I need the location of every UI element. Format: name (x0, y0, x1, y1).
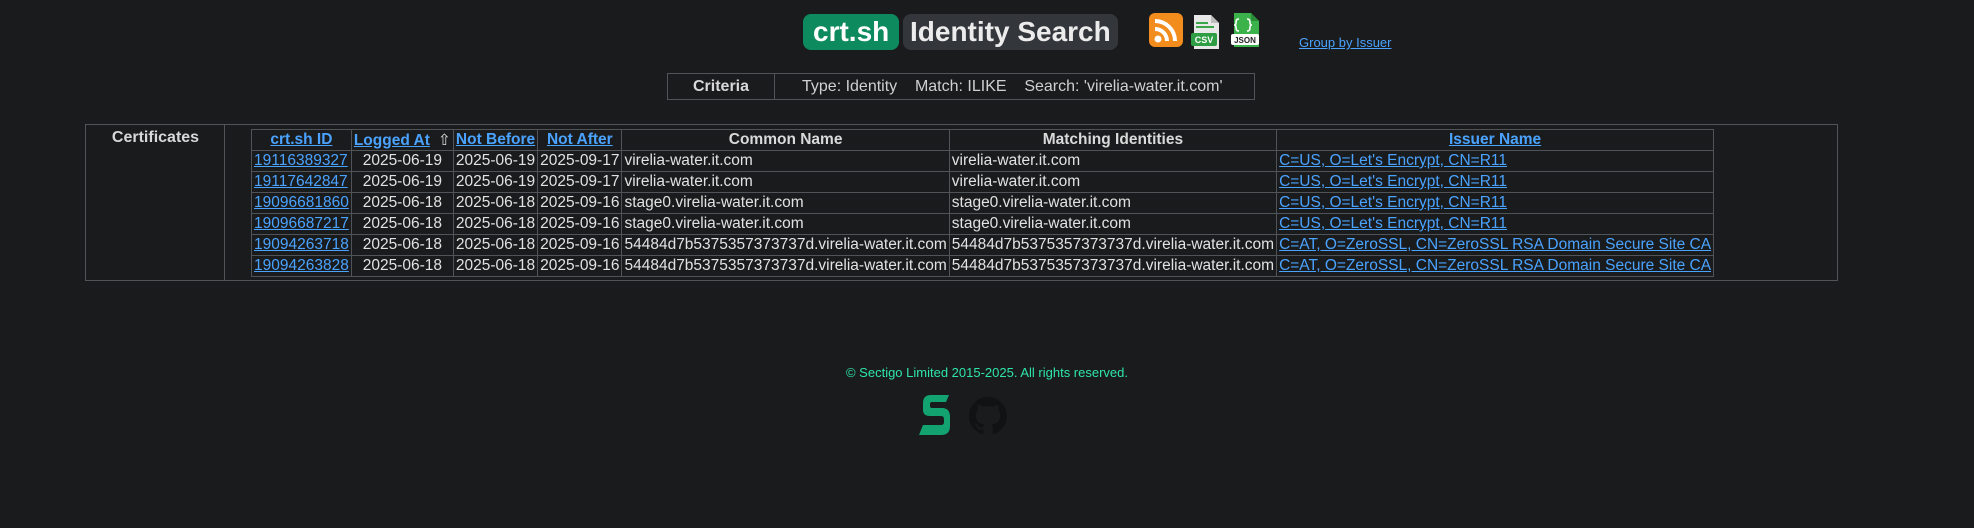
cell-not-before: 2025-06-18 (452, 255, 539, 277)
cell-not-after: 2025-09-16 (537, 213, 623, 235)
cell-logged-at: 2025-06-18 (350, 192, 454, 214)
criteria-label: Criteria (668, 74, 775, 99)
cell-not-before: 2025-06-18 (452, 234, 539, 256)
cell-issuer[interactable]: C=US, O=Let's Encrypt, CN=R11 (1276, 150, 1715, 172)
json-download-icon[interactable]: JSON (1229, 12, 1263, 48)
cell-matching-identities: virelia-water.it.com (948, 171, 1278, 193)
cell-id[interactable]: 19096681860 (251, 192, 352, 214)
sort-by-not-before-link[interactable]: Not Before (456, 131, 535, 148)
column-header-not-after[interactable]: Not After (537, 129, 623, 151)
svg-text:JSON: JSON (1234, 36, 1256, 45)
cell-logged-at: 2025-06-19 (350, 150, 454, 172)
cell-issuer[interactable]: C=US, O=Let's Encrypt, CN=R11 (1276, 192, 1715, 214)
table-row: 19094263828 2025-06-18 2025-06-18 2025-0… (251, 255, 1715, 277)
column-header-logged-at[interactable]: Logged At ⇧ (350, 129, 454, 151)
table-row: 19096681860 2025-06-18 2025-06-18 2025-0… (251, 192, 1715, 214)
cell-logged-at: 2025-06-18 (350, 255, 454, 277)
sort-by-not-after-link[interactable]: Not After (547, 131, 613, 148)
column-header-id[interactable]: crt.sh ID (251, 129, 352, 151)
criteria-text: Type: Identity Match: ILIKE Search: 'vir… (802, 77, 1223, 95)
cell-logged-at: 2025-06-19 (350, 171, 454, 193)
cell-issuer[interactable]: C=US, O=Let's Encrypt, CN=R11 (1276, 213, 1715, 235)
issuer-link[interactable]: C=US, O=Let's Encrypt, CN=R11 (1279, 194, 1507, 211)
cell-not-after: 2025-09-17 (537, 171, 623, 193)
group-by-issuer-link[interactable]: Group by Issuer (1299, 35, 1392, 50)
column-header-issuer-name[interactable]: Issuer Name (1276, 129, 1715, 151)
issuer-link[interactable]: C=US, O=Let's Encrypt, CN=R11 (1279, 173, 1507, 190)
cell-matching-identities: stage0.virelia-water.it.com (948, 192, 1278, 214)
column-header-matching-identities: Matching Identities (948, 129, 1278, 151)
cell-logged-at: 2025-06-18 (350, 213, 454, 235)
table-row: 19094263718 2025-06-18 2025-06-18 2025-0… (251, 234, 1715, 256)
search-criteria: Criteria Type: Identity Match: ILIKE Sea… (667, 73, 1255, 100)
cert-id-link[interactable]: 19117642847 (254, 173, 348, 190)
sort-arrow-icon: ⇧ (437, 131, 451, 149)
cell-common-name: stage0.virelia-water.it.com (621, 213, 950, 235)
cell-not-after: 2025-09-16 (537, 255, 623, 277)
cell-not-before: 2025-06-19 (452, 150, 539, 172)
crtsh-logo-link[interactable]: crt.sh (803, 14, 900, 50)
cell-not-after: 2025-09-16 (537, 234, 623, 256)
cert-id-link[interactable]: 19094263828 (254, 257, 349, 274)
cell-not-before: 2025-06-19 (452, 171, 539, 193)
cell-not-after: 2025-09-17 (537, 150, 623, 172)
cell-issuer[interactable]: C=AT, O=ZeroSSL, CN=ZeroSSL RSA Domain S… (1276, 234, 1715, 256)
cell-common-name: virelia-water.it.com (621, 171, 950, 193)
sectigo-logo-icon[interactable] (919, 393, 953, 437)
sort-by-issuer-link[interactable]: Issuer Name (1449, 131, 1541, 148)
cell-id[interactable]: 19116389327 (251, 150, 352, 172)
cell-common-name: 54484d7b5375357373737d.virelia-water.it.… (621, 234, 950, 256)
issuer-link[interactable]: C=US, O=Let's Encrypt, CN=R11 (1279, 215, 1507, 232)
cell-issuer[interactable]: C=US, O=Let's Encrypt, CN=R11 (1276, 171, 1715, 193)
cert-id-link[interactable]: 19096687217 (254, 215, 349, 232)
cell-not-after: 2025-09-16 (537, 192, 623, 214)
cell-issuer[interactable]: C=AT, O=ZeroSSL, CN=ZeroSSL RSA Domain S… (1276, 255, 1715, 277)
cell-common-name: 54484d7b5375357373737d.virelia-water.it.… (621, 255, 950, 277)
cell-matching-identities: 54484d7b5375357373737d.virelia-water.it.… (948, 234, 1278, 256)
sort-by-logged-at-link[interactable]: Logged At (354, 132, 430, 149)
sort-by-id-link[interactable]: crt.sh ID (270, 131, 332, 148)
issuer-link[interactable]: C=US, O=Let's Encrypt, CN=R11 (1279, 152, 1507, 169)
issuer-link[interactable]: C=AT, O=ZeroSSL, CN=ZeroSSL RSA Domain S… (1279, 257, 1711, 274)
column-header-not-before[interactable]: Not Before (452, 129, 539, 151)
cell-logged-at: 2025-06-18 (350, 234, 454, 256)
table-row: 19096687217 2025-06-18 2025-06-18 2025-0… (251, 213, 1715, 235)
page-title: Identity Search (903, 14, 1118, 50)
cell-not-before: 2025-06-18 (452, 192, 539, 214)
cert-id-link[interactable]: 19116389327 (254, 152, 348, 169)
cell-common-name: virelia-water.it.com (621, 150, 950, 172)
column-header-common-name: Common Name (621, 129, 950, 151)
cell-id[interactable]: 19094263828 (251, 255, 352, 277)
csv-download-icon[interactable]: CSV (1189, 14, 1223, 50)
rss-feed-icon[interactable] (1149, 12, 1183, 48)
issuer-link[interactable]: C=AT, O=ZeroSSL, CN=ZeroSSL RSA Domain S… (1279, 236, 1711, 253)
cell-id[interactable]: 19117642847 (251, 171, 352, 193)
cell-matching-identities: 54484d7b5375357373737d.virelia-water.it.… (948, 255, 1278, 277)
cell-matching-identities: stage0.virelia-water.it.com (948, 213, 1278, 235)
table-header-row: crt.sh ID Logged At ⇧ Not Before Not Afte… (251, 129, 1715, 151)
certificates-table: crt.sh ID Logged At ⇧ Not Before Not Afte… (251, 129, 1715, 277)
certificates-panel: Certificates crt.sh ID Logged At ⇧ Not Be… (85, 124, 1838, 281)
svg-text:CSV: CSV (1195, 35, 1214, 45)
table-row: 19116389327 2025-06-19 2025-06-19 2025-0… (251, 150, 1715, 172)
copyright-text: © Sectigo Limited 2015-2025. All rights … (845, 365, 1128, 380)
cell-common-name: stage0.virelia-water.it.com (621, 192, 950, 214)
page-header: crt.sh Identity Search CSV JSON Group by… (0, 12, 1974, 56)
certificates-label: Certificates (111, 129, 200, 146)
cell-matching-identities: virelia-water.it.com (948, 150, 1278, 172)
github-icon[interactable] (969, 397, 1007, 435)
table-row: 19117642847 2025-06-19 2025-06-19 2025-0… (251, 171, 1715, 193)
cert-id-link[interactable]: 19096681860 (254, 194, 349, 211)
cert-id-link[interactable]: 19094263718 (254, 236, 349, 253)
cell-id[interactable]: 19096687217 (251, 213, 352, 235)
panel-divider (224, 125, 225, 280)
cell-id[interactable]: 19094263718 (251, 234, 352, 256)
cell-not-before: 2025-06-18 (452, 213, 539, 235)
